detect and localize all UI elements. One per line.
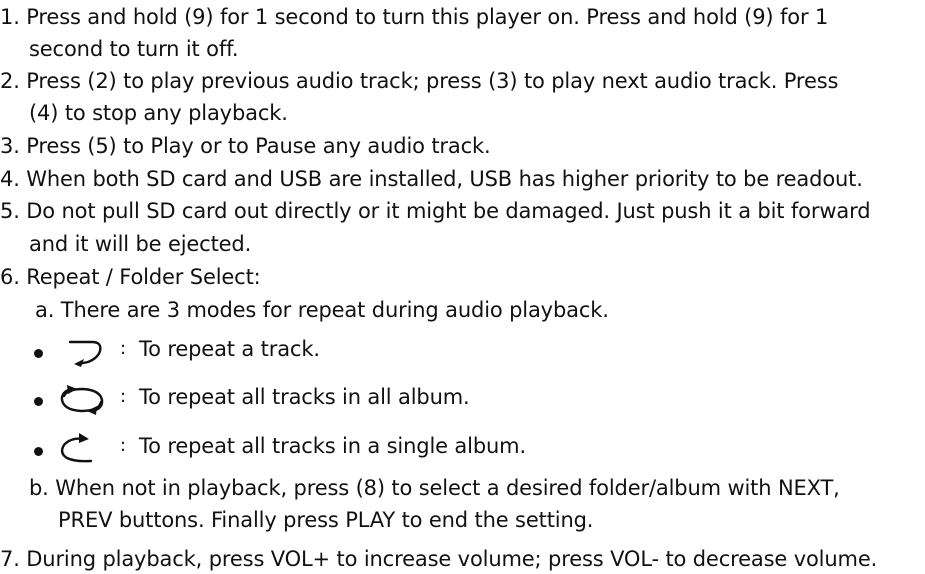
mode-1-text: To repeat a track. xyxy=(139,337,320,361)
bullet xyxy=(34,349,43,358)
bullet xyxy=(34,397,43,406)
mode-3-text: To repeat all tracks in a single album. xyxy=(139,434,527,458)
repeat-album-icon xyxy=(60,433,93,463)
item-6-heading: 6. Repeat / Folder Select: xyxy=(0,265,261,289)
bullet xyxy=(34,447,43,456)
item-5-line-1: 5. Do not pull SD card out directly or i… xyxy=(0,199,871,223)
repeat-all-icon xyxy=(60,385,104,415)
mode-2-text: To repeat all tracks in all album. xyxy=(139,385,470,409)
sub-item-b-line-1: b. When not in playback, press (8) to se… xyxy=(29,476,840,500)
item-4-line-1: 4. When both SD card and USB are install… xyxy=(0,167,863,191)
repeat-one-icon xyxy=(68,340,102,367)
mode-1-colon: : xyxy=(120,338,127,359)
sub-item-a: a. There are 3 modes for repeat during a… xyxy=(35,298,609,322)
sub-item-b-line-2: PREV buttons. Finally press PLAY to end … xyxy=(58,508,594,532)
mode-2-colon: : xyxy=(120,386,127,407)
item-7-line-1: 7. During playback, press VOL+ to increa… xyxy=(0,547,878,571)
item-2-line-1: 2. Press (2) to play previous audio trac… xyxy=(0,69,839,93)
item-1-line-2: second to turn it off. xyxy=(29,37,239,61)
item-3-line-1: 3. Press (5) to Play or to Pause any aud… xyxy=(0,134,491,158)
mode-3-colon: : xyxy=(120,435,127,456)
item-2-line-2: (4) to stop any playback. xyxy=(29,101,288,125)
item-1-line-1: 1. Press and hold (9) for 1 second to tu… xyxy=(0,5,829,29)
item-5-line-2: and it will be ejected. xyxy=(29,232,252,256)
